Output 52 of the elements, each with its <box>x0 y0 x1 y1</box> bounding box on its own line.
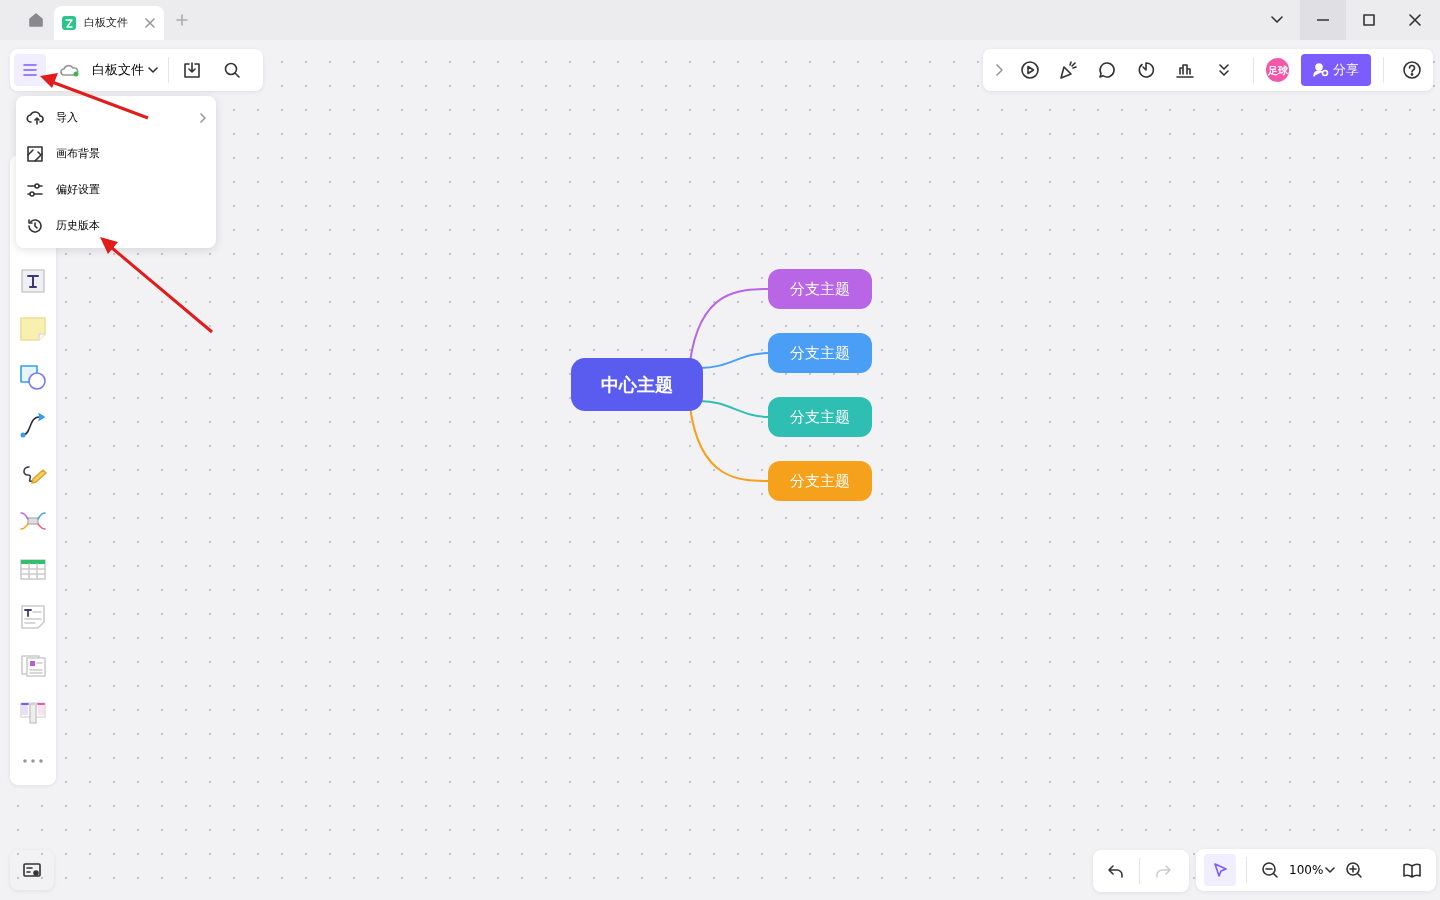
zoom-in-icon <box>1345 861 1364 879</box>
download-icon <box>183 61 201 79</box>
menu-item[interactable]: 画布背景 <box>16 136 216 172</box>
help-icon <box>1401 60 1422 80</box>
home-icon <box>28 12 44 28</box>
comment-icon <box>1097 60 1118 80</box>
history-icon <box>26 217 44 235</box>
text-tool-icon <box>19 267 47 295</box>
search-icon <box>223 61 241 79</box>
kanban-icon <box>19 699 47 727</box>
canvas-background-icon <box>26 145 44 163</box>
central-topic-node[interactable]: 中心主题 <box>571 358 703 411</box>
zoom-level-dropdown[interactable]: 100% <box>1289 854 1336 886</box>
cloud-upload-icon <box>26 109 44 127</box>
cursor-icon <box>1212 862 1228 878</box>
chevron-right-icon <box>993 63 1004 77</box>
maximize-icon <box>1363 14 1375 26</box>
file-name-dropdown[interactable]: 白板文件 <box>60 54 158 86</box>
cloud-icon <box>60 63 80 77</box>
timer-icon <box>1136 60 1157 80</box>
plus-icon <box>176 14 188 26</box>
connector-curve-icon <box>19 411 47 439</box>
app-logo-icon <box>62 16 76 30</box>
open-book-icon <box>1402 862 1422 878</box>
chevron-down-icon <box>1325 867 1336 873</box>
redo-icon <box>1155 863 1171 879</box>
chevron-down-icon <box>148 67 158 73</box>
chevron-right-icon <box>200 113 206 123</box>
party-popper-icon <box>1058 60 1079 80</box>
close-icon[interactable] <box>144 16 156 29</box>
play-icon <box>1019 60 1040 80</box>
undo-icon <box>1108 863 1124 879</box>
text-document-icon <box>19 603 47 631</box>
document-tab[interactable]: 白板文件 <box>54 6 164 40</box>
menu-icon <box>22 63 38 77</box>
share-button[interactable]: 分享 <box>1301 54 1372 86</box>
shapes-icon <box>19 363 47 391</box>
sticky-note-icon <box>19 315 47 343</box>
minimize-icon <box>1317 19 1329 21</box>
tab-title: 白板文件 <box>84 14 128 31</box>
menu-button[interactable] <box>14 54 46 86</box>
menu-item[interactable]: 历史版本 <box>16 208 216 244</box>
close-icon <box>1409 14 1421 26</box>
select-tool-button[interactable] <box>1204 854 1236 886</box>
menu-item[interactable]: 偏好设置 <box>16 172 216 208</box>
add-user-icon <box>1313 63 1330 77</box>
chevron-down-icon <box>1271 16 1283 24</box>
menu-item[interactable]: 导入 <box>16 100 216 136</box>
sliders-icon <box>26 181 44 199</box>
zoom-out-icon <box>1261 861 1279 879</box>
more-icon <box>22 758 44 764</box>
map-card-icon <box>22 861 42 879</box>
